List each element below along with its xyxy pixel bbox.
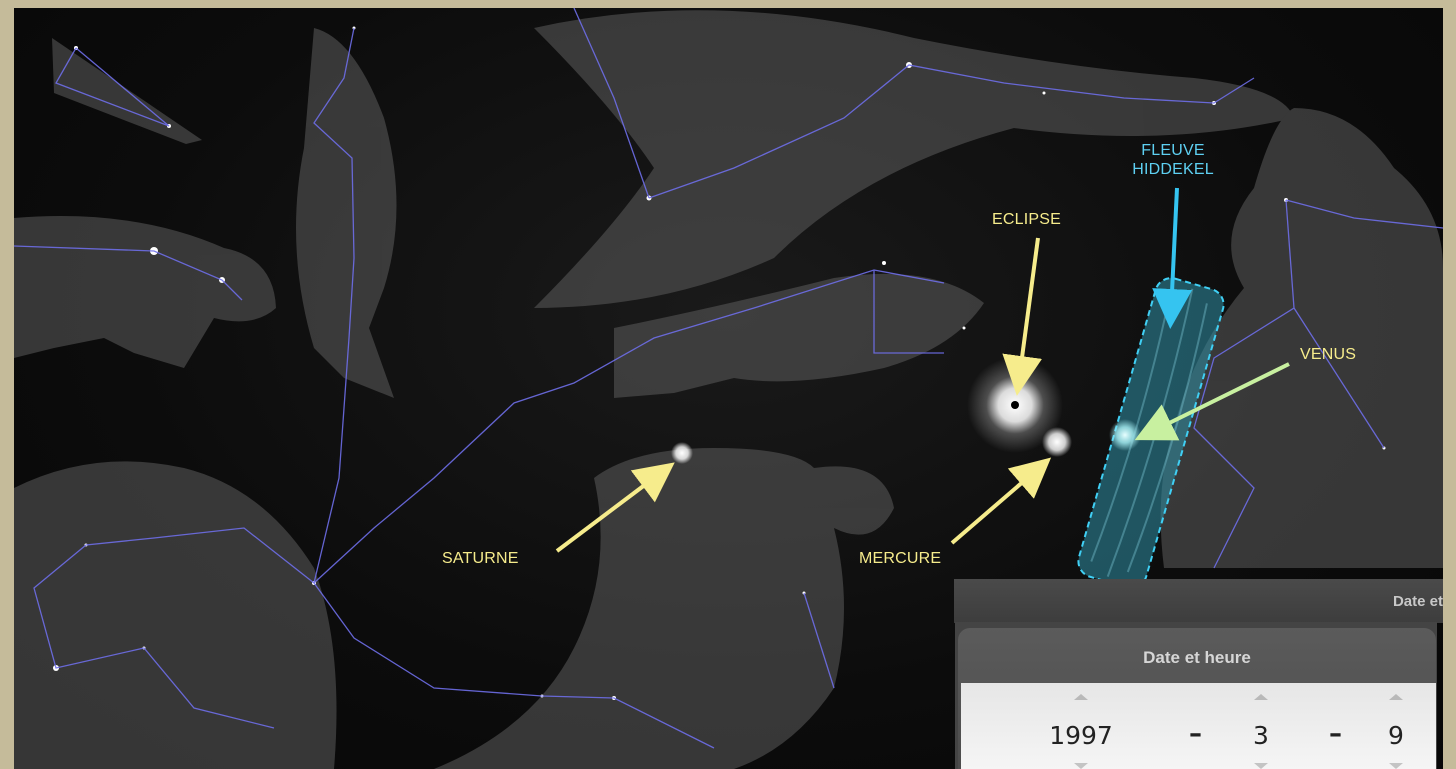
- date-separator: –: [1189, 719, 1202, 749]
- date-time-title: Date et heure: [1143, 648, 1251, 667]
- month-spinner[interactable]: 3: [1236, 683, 1286, 769]
- day-up-arrow-icon[interactable]: [1389, 694, 1403, 700]
- day-down-arrow-icon[interactable]: [1389, 763, 1403, 769]
- date-spinners: 1997 – 3 – 9: [961, 683, 1436, 769]
- fleuve-hiddekel-label: FLEUVE HIDDEKEL: [1128, 141, 1218, 179]
- eclipse-arrow: [1002, 237, 1043, 396]
- date-time-dialog: Date et heure 1997 – 3 – 9: [958, 628, 1436, 769]
- venus-label: VENUS: [1300, 346, 1357, 363]
- eclipse-label: ECLIPSE: [992, 211, 1061, 228]
- fleuve-arrow: [1152, 187, 1193, 329]
- year-value[interactable]: 1997: [1031, 721, 1131, 750]
- mercure-label: MERCURE: [859, 550, 942, 567]
- date-window-titlebar[interactable]: Date et: [954, 579, 1443, 623]
- saturne-label: SATURNE: [442, 550, 519, 567]
- year-up-arrow-icon[interactable]: [1074, 694, 1088, 700]
- mercure-arrow: [950, 457, 1052, 545]
- month-down-arrow-icon[interactable]: [1254, 763, 1268, 769]
- fleuve-label-line2: HIDDEKEL: [1132, 161, 1214, 178]
- screenshot-frame: ECLIPSE FLEUVE HIDDEKEL VENUS SATURNE ME…: [0, 0, 1456, 769]
- date-window-title: Date et: [1392, 593, 1443, 610]
- day-value[interactable]: 9: [1371, 721, 1421, 750]
- year-down-arrow-icon[interactable]: [1074, 763, 1088, 769]
- month-value[interactable]: 3: [1236, 721, 1286, 750]
- day-spinner[interactable]: 9: [1371, 683, 1421, 769]
- year-spinner[interactable]: 1997: [1031, 683, 1131, 769]
- date-separator: –: [1329, 719, 1342, 749]
- saturne-arrow: [555, 462, 675, 553]
- month-up-arrow-icon[interactable]: [1254, 694, 1268, 700]
- sky-view[interactable]: ECLIPSE FLEUVE HIDDEKEL VENUS SATURNE ME…: [14, 8, 1443, 769]
- fleuve-label-line1: FLEUVE: [1141, 142, 1205, 159]
- venus-arrow: [1134, 362, 1290, 441]
